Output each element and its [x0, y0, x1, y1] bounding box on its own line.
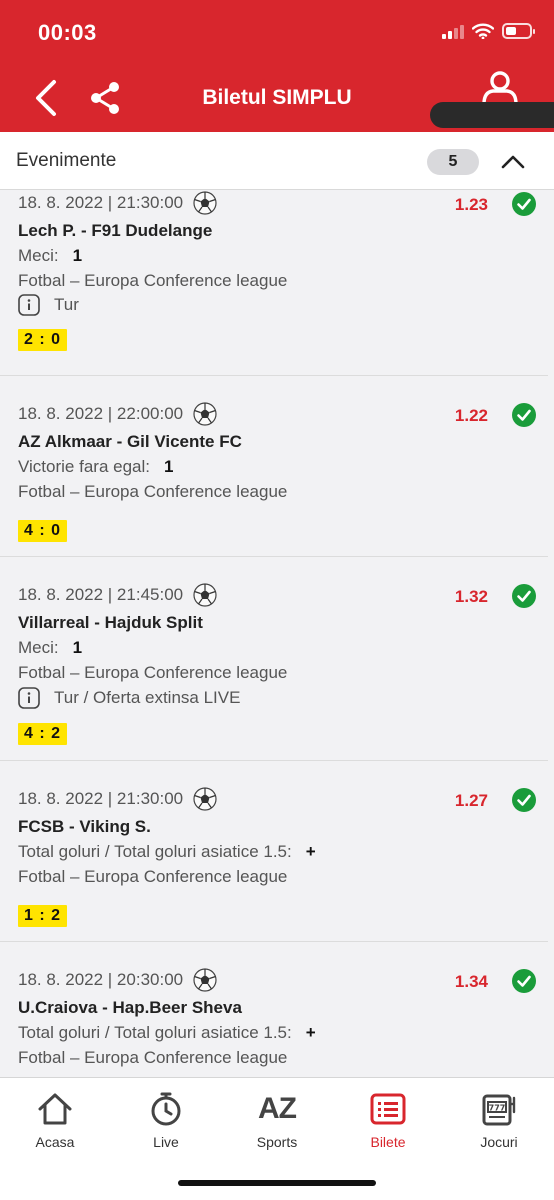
football-icon — [193, 402, 217, 426]
football-icon — [193, 968, 217, 992]
tab-jocuri[interactable]: 777 Jocuri — [444, 1090, 554, 1150]
won-check-icon — [512, 969, 536, 993]
event-datetime: 18. 8. 2022 | 21:30:00 — [18, 789, 184, 808]
event-odds: 1.23 — [454, 195, 488, 214]
tab-live[interactable]: Live — [111, 1090, 221, 1150]
section-title: Evenimente — [16, 150, 117, 171]
overlay-pill — [430, 102, 554, 128]
event-pick: + — [305, 1023, 316, 1042]
event-market: Meci: — [18, 246, 59, 265]
event-datetime: 18. 8. 2022 | 21:30:00 — [18, 193, 184, 212]
az-icon: AZ — [258, 1092, 297, 1125]
svg-text:777: 777 — [489, 1104, 506, 1113]
event-score: 4 : 0 — [18, 520, 68, 542]
event-item[interactable]: 18. 8. 2022 | 21:30:00 1.23 Lech P. - F9… — [0, 191, 548, 376]
app-header: 00:03 Biletul SIMPLU — [0, 0, 554, 132]
home-indicator — [178, 1180, 376, 1186]
cellular-signal-icon — [442, 23, 464, 39]
event-teams: U.Craiova - Hap.Beer Sheva — [18, 998, 242, 1017]
event-league: Fotbal – Europa Conference league — [18, 663, 288, 682]
info-icon — [18, 687, 40, 709]
event-market: Meci: — [18, 638, 59, 657]
event-pick: 1 — [163, 457, 174, 476]
won-check-icon — [512, 403, 536, 427]
football-icon — [193, 787, 217, 811]
event-datetime: 18. 8. 2022 | 21:45:00 — [18, 585, 184, 604]
event-item[interactable]: 18. 8. 2022 | 20:30:00 1.34 U.Craiova - … — [0, 942, 548, 1077]
event-market: Total goluri / Total goluri asiatice 1.5… — [18, 1023, 292, 1042]
tab-acasa[interactable]: Acasa — [0, 1090, 110, 1150]
event-odds: 1.34 — [454, 972, 488, 991]
event-score: 4 : 2 — [18, 723, 68, 745]
tab-bilete[interactable]: Bilete — [333, 1090, 443, 1150]
event-item[interactable]: 18. 8. 2022 | 21:30:00 1.27 FCSB - Vikin… — [0, 761, 548, 942]
won-check-icon — [512, 788, 536, 812]
info-icon — [18, 294, 40, 316]
tab-label: Acasa — [35, 1134, 75, 1150]
event-info: Tur — [54, 295, 79, 314]
event-info: Tur / Oferta extinsa LIVE — [54, 688, 241, 707]
event-odds: 1.22 — [454, 406, 488, 425]
event-market: Total goluri / Total goluri asiatice 1.5… — [18, 842, 292, 861]
event-datetime: 18. 8. 2022 | 20:30:00 — [18, 970, 184, 989]
slot-machine-icon: 777 — [482, 1094, 516, 1126]
home-icon — [38, 1093, 72, 1125]
battery-icon — [502, 23, 535, 39]
event-pick: 1 — [72, 246, 83, 265]
event-teams: FCSB - Viking S. — [18, 817, 151, 836]
event-score: 2 : 0 — [18, 329, 68, 351]
event-league: Fotbal – Europa Conference league — [18, 271, 288, 290]
stopwatch-icon — [151, 1092, 181, 1126]
event-item[interactable]: 18. 8. 2022 | 21:45:00 1.32 Villarreal -… — [0, 557, 548, 761]
event-league: Fotbal – Europa Conference league — [18, 867, 288, 886]
status-time: 00:03 — [38, 20, 97, 45]
event-teams: AZ Alkmaar - Gil Vicente FC — [18, 432, 242, 451]
event-league: Fotbal – Europa Conference league — [18, 482, 288, 501]
wifi-icon — [472, 23, 494, 39]
event-odds: 1.27 — [454, 791, 488, 810]
event-item[interactable]: 18. 8. 2022 | 22:00:00 1.22 AZ Alkmaar -… — [0, 376, 548, 557]
football-icon — [193, 583, 217, 607]
event-market: Victorie fara egal: — [18, 457, 150, 476]
tab-label: Sports — [256, 1134, 298, 1150]
status-icons — [442, 23, 535, 39]
event-teams: Lech P. - F91 Dudelange — [18, 221, 213, 240]
event-score: 1 : 2 — [18, 905, 68, 927]
chevron-up-icon[interactable] — [500, 150, 526, 174]
event-teams: Villarreal - Hajduk Split — [18, 613, 203, 632]
tab-label: Bilete — [370, 1134, 406, 1150]
tab-label: Live — [153, 1134, 179, 1150]
tab-sports[interactable]: AZ Sports — [222, 1090, 332, 1150]
football-icon — [193, 191, 217, 215]
won-check-icon — [512, 584, 536, 608]
event-pick: 1 — [72, 638, 83, 657]
won-check-icon — [512, 192, 536, 216]
ticket-list-icon — [370, 1093, 406, 1125]
event-odds: 1.32 — [454, 587, 488, 606]
events-list[interactable]: 18. 8. 2022 | 21:30:00 1.23 Lech P. - F9… — [0, 191, 554, 1077]
event-datetime: 18. 8. 2022 | 22:00:00 — [18, 404, 184, 423]
events-count-badge: 5 — [427, 149, 479, 175]
tab-label: Jocuri — [480, 1134, 518, 1150]
event-pick: + — [305, 842, 316, 861]
event-league: Fotbal – Europa Conference league — [18, 1048, 288, 1067]
